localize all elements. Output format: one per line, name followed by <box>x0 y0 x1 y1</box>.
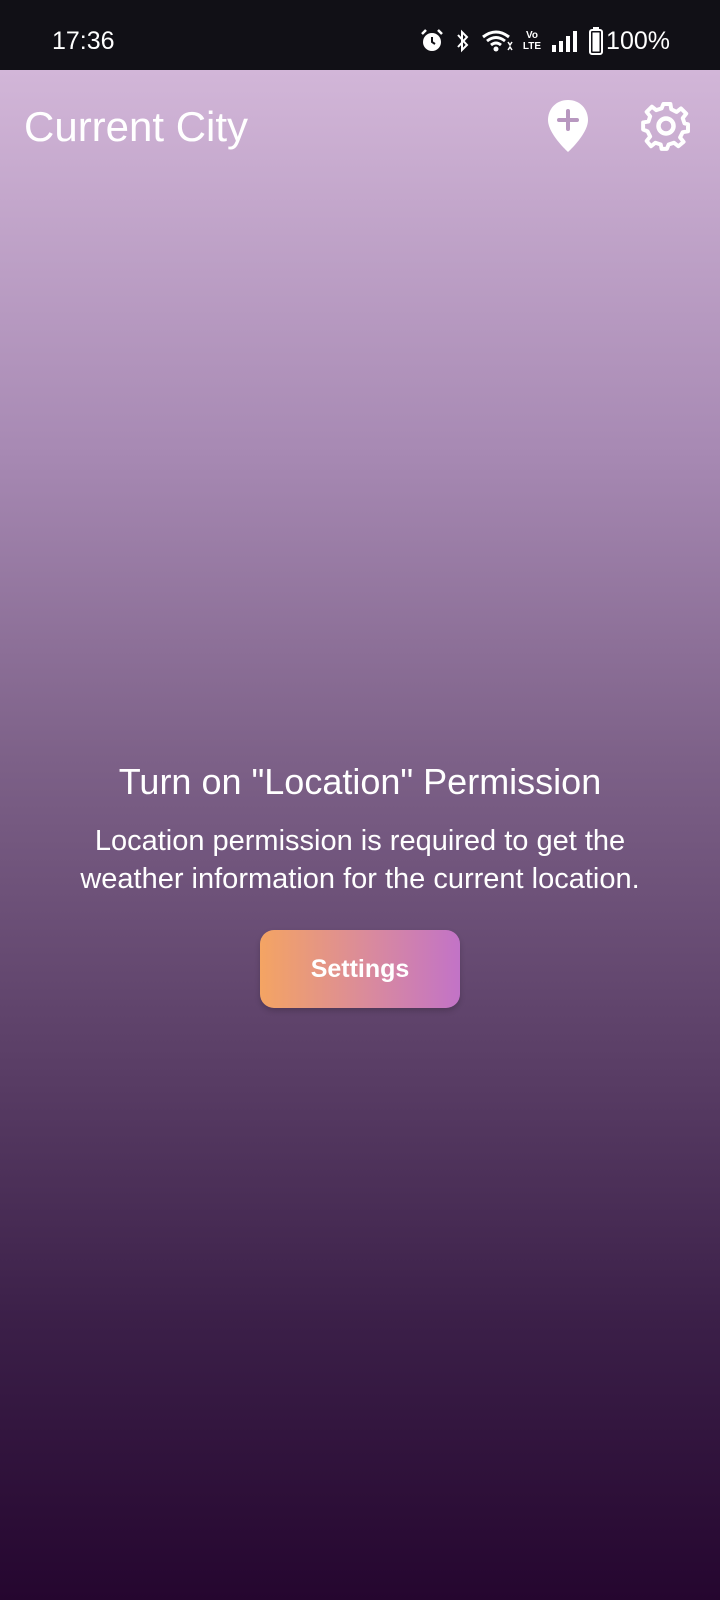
gear-icon <box>641 102 690 151</box>
permission-title: Turn on "Location" Permission <box>118 761 602 802</box>
permission-description: Location permission is required to get t… <box>20 822 700 898</box>
battery-percent: 100% <box>606 27 670 55</box>
add-location-button[interactable] <box>546 98 590 154</box>
volte-icon: Vo LTE <box>523 30 541 52</box>
volte-bottom: LTE <box>522 41 542 52</box>
alarm-icon <box>421 29 443 51</box>
status-icons: Vo LTE 100% <box>419 24 670 58</box>
battery-icon <box>589 27 604 55</box>
page-title: Current City <box>24 103 249 150</box>
location-permission-prompt: Turn on "Location" Permission Location p… <box>0 760 720 898</box>
battery: 100% <box>589 26 670 56</box>
signal-icon <box>552 31 578 52</box>
location-pin-add-icon <box>548 100 588 152</box>
settings-gear-button[interactable] <box>640 100 692 152</box>
permission-description-line-1: Location permission is required to get t… <box>94 825 626 857</box>
wifi-icon <box>481 30 513 52</box>
open-settings-button[interactable]: Settings <box>260 930 460 1008</box>
status-time: 17:36 <box>52 27 115 55</box>
permission-description-line-2: weather information for the current loca… <box>80 863 640 895</box>
bluetooth-icon <box>457 29 469 53</box>
main-screen: Current City Turn on "Location" Permissi… <box>0 70 720 1600</box>
volte-top: Vo <box>525 30 538 41</box>
status-bar: 17:36 Vo LTE 100% <box>0 0 720 70</box>
